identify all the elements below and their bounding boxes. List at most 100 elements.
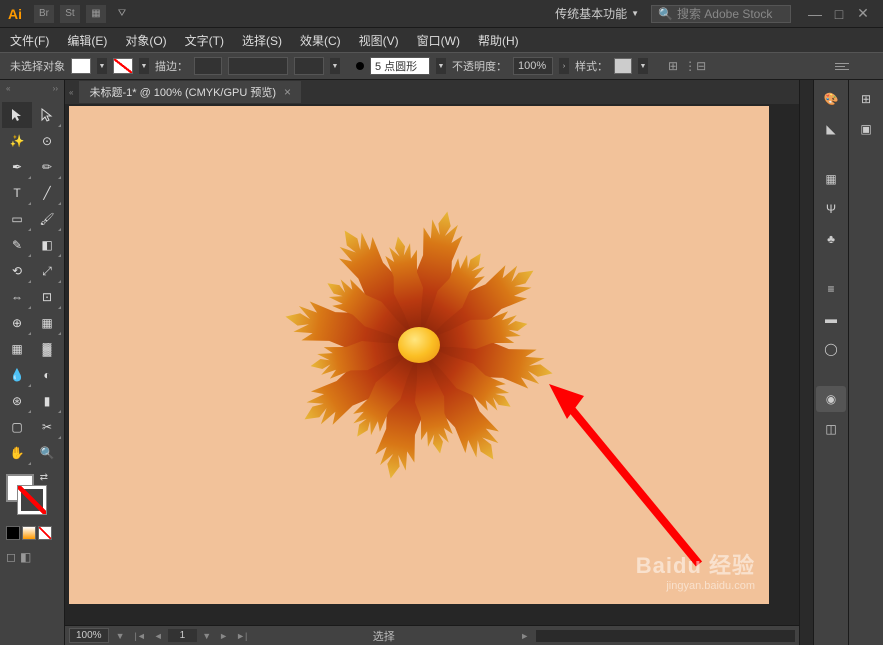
doc-setup-icon[interactable]: ⊞ [668, 59, 678, 73]
column-graph-tool[interactable]: ▮ [32, 388, 62, 414]
direct-selection-tool[interactable] [32, 102, 62, 128]
blend-tool[interactable]: ◐ [32, 362, 62, 388]
zoom-level[interactable]: 100% [69, 628, 109, 643]
symbols-panel-icon[interactable]: ♣ [814, 224, 848, 254]
none-mode-swatch[interactable] [38, 526, 52, 540]
menu-type[interactable]: 文字(T) [185, 32, 224, 49]
canvas[interactable]: Baidu 经验 jingyan.baidu.com [65, 104, 799, 625]
menu-select[interactable]: 选择(S) [242, 32, 282, 49]
gradient-tool[interactable]: ▓ [32, 336, 62, 362]
libraries-panel-icon[interactable]: ⊞ [849, 84, 883, 114]
swap-fill-stroke-icon[interactable]: ⇄ [40, 472, 48, 483]
stroke-dropdown[interactable]: ▼ [139, 58, 149, 74]
stroke-weight-input[interactable] [194, 57, 222, 75]
fill-swatch[interactable] [71, 58, 91, 74]
eraser-tool[interactable]: ◧ [32, 232, 62, 258]
document-tab[interactable]: 未标题-1* @ 100% (CMYK/GPU 预览) × [79, 81, 301, 103]
artboard-tool[interactable]: ▢ [2, 414, 32, 440]
width-tool[interactable]: ⇔ [2, 284, 32, 310]
rotate-tool[interactable]: ⟲ [2, 258, 32, 284]
align-icon[interactable] [835, 58, 851, 74]
gradient-panel-icon[interactable]: ▬ [814, 304, 848, 334]
stroke-panel-icon[interactable]: ≡ [814, 274, 848, 304]
color-panel-icon[interactable]: 🎨 [814, 84, 848, 114]
menu-edit[interactable]: 编辑(E) [67, 32, 107, 49]
last-artboard-icon[interactable]: ►| [233, 631, 250, 641]
profile-select[interactable] [370, 57, 430, 75]
lasso-tool[interactable]: ⊙ [32, 128, 62, 154]
mesh-tool[interactable]: ▦ [2, 336, 32, 362]
preferences-icon[interactable]: ⋮⊟ [684, 59, 706, 73]
artboard-number[interactable]: 1 [168, 629, 198, 642]
stock-icon[interactable]: St [60, 5, 80, 23]
menu-effect[interactable]: 效果(C) [300, 32, 341, 49]
zoom-dropdown-icon[interactable]: ▼ [113, 631, 128, 641]
bridge-icon[interactable]: Br [34, 5, 54, 23]
shaper-tool[interactable]: ✎ [2, 232, 32, 258]
appearance-panel-icon[interactable]: ◉ [816, 386, 846, 412]
selection-tool[interactable] [2, 102, 32, 128]
eyedropper-tool[interactable]: 💧 [2, 362, 32, 388]
rectangle-tool[interactable]: ▭ [2, 206, 32, 232]
stroke-swatch[interactable] [113, 58, 133, 74]
free-transform-tool[interactable]: ⊡ [32, 284, 62, 310]
color-guide-panel-icon[interactable]: ◣ [814, 114, 848, 144]
transparency-panel-icon[interactable]: ◯ [814, 334, 848, 364]
stock-search-input[interactable]: 🔍 搜索 Adobe Stock [651, 5, 791, 23]
brushes-panel-icon[interactable]: Ψ [814, 194, 848, 224]
next-artboard-icon[interactable]: ► [216, 631, 231, 641]
artboard[interactable]: Baidu 经验 jingyan.baidu.com [69, 106, 769, 604]
slice-tool[interactable]: ✂ [32, 414, 62, 440]
fill-dropdown[interactable]: ▼ [97, 58, 107, 74]
perspective-grid-tool[interactable]: ▦ [32, 310, 62, 336]
paintbrush-tool[interactable]: 🖌 [32, 206, 62, 232]
draw-behind-icon[interactable]: ◧ [20, 550, 31, 564]
pen-tool[interactable]: ✒ [2, 154, 32, 180]
brush-definition[interactable] [294, 57, 324, 75]
menu-window[interactable]: 窗口(W) [417, 32, 460, 49]
stroke-color-box[interactable] [18, 486, 46, 514]
opacity-input[interactable] [513, 57, 553, 75]
arrange-icon[interactable]: ▦ [86, 5, 106, 23]
curvature-tool[interactable]: ✏ [32, 154, 62, 180]
prev-artboard-icon[interactable]: ◄ [151, 631, 166, 641]
hand-tool[interactable]: ✋ [2, 440, 32, 466]
menu-object[interactable]: 对象(O) [125, 32, 166, 49]
collapse-left-icon[interactable]: « [6, 84, 10, 100]
first-artboard-icon[interactable]: |◄ [132, 631, 149, 641]
profile-dropdown[interactable]: ▼ [436, 58, 446, 74]
opacity-arrow[interactable]: › [559, 58, 569, 74]
zoom-tool[interactable]: 🔍 [32, 440, 62, 466]
tab-collapse-icon[interactable]: « [69, 88, 73, 97]
close-button[interactable]: ✕ [851, 5, 875, 23]
panel-menu-icon[interactable]: ›› [53, 84, 58, 100]
symbol-sprayer-tool[interactable]: ⊛ [2, 388, 32, 414]
magic-wand-tool[interactable]: ✨ [2, 128, 32, 154]
fill-stroke-control[interactable]: ⇄ [2, 472, 62, 522]
graphic-styles-panel-icon[interactable]: ◫ [814, 414, 848, 444]
variable-width-profile[interactable] [228, 57, 288, 75]
shape-builder-tool[interactable]: ⊕ [2, 310, 32, 336]
menu-help[interactable]: 帮助(H) [478, 32, 519, 49]
line-tool[interactable]: ╱ [32, 180, 62, 206]
vertical-scrollbar[interactable] [799, 80, 813, 645]
swatches-panel-icon[interactable]: ▦ [814, 164, 848, 194]
maximize-button[interactable]: □ [827, 5, 851, 23]
color-mode-swatch[interactable] [6, 526, 20, 540]
horizontal-scrollbar[interactable] [536, 630, 795, 642]
status-dropdown-icon[interactable]: ► [517, 631, 532, 641]
draw-normal-icon[interactable]: ◻ [6, 550, 16, 564]
gradient-mode-swatch[interactable] [22, 526, 36, 540]
menu-view[interactable]: 视图(V) [359, 32, 399, 49]
style-dropdown[interactable]: ▼ [638, 58, 648, 74]
menu-file[interactable]: 文件(F) [10, 32, 49, 49]
layers-panel-icon[interactable]: ▣ [849, 114, 883, 144]
minimize-button[interactable]: — [803, 5, 827, 23]
brush-dropdown[interactable]: ▼ [330, 58, 340, 74]
gpu-icon[interactable]: ⛛ [112, 5, 132, 23]
artboard-dropdown-icon[interactable]: ▼ [199, 631, 214, 641]
scale-tool[interactable]: ⤢ [32, 258, 62, 284]
workspace-selector[interactable]: 传统基本功能 ▼ [555, 5, 639, 22]
type-tool[interactable]: T [2, 180, 32, 206]
graphic-style-swatch[interactable] [614, 58, 632, 74]
